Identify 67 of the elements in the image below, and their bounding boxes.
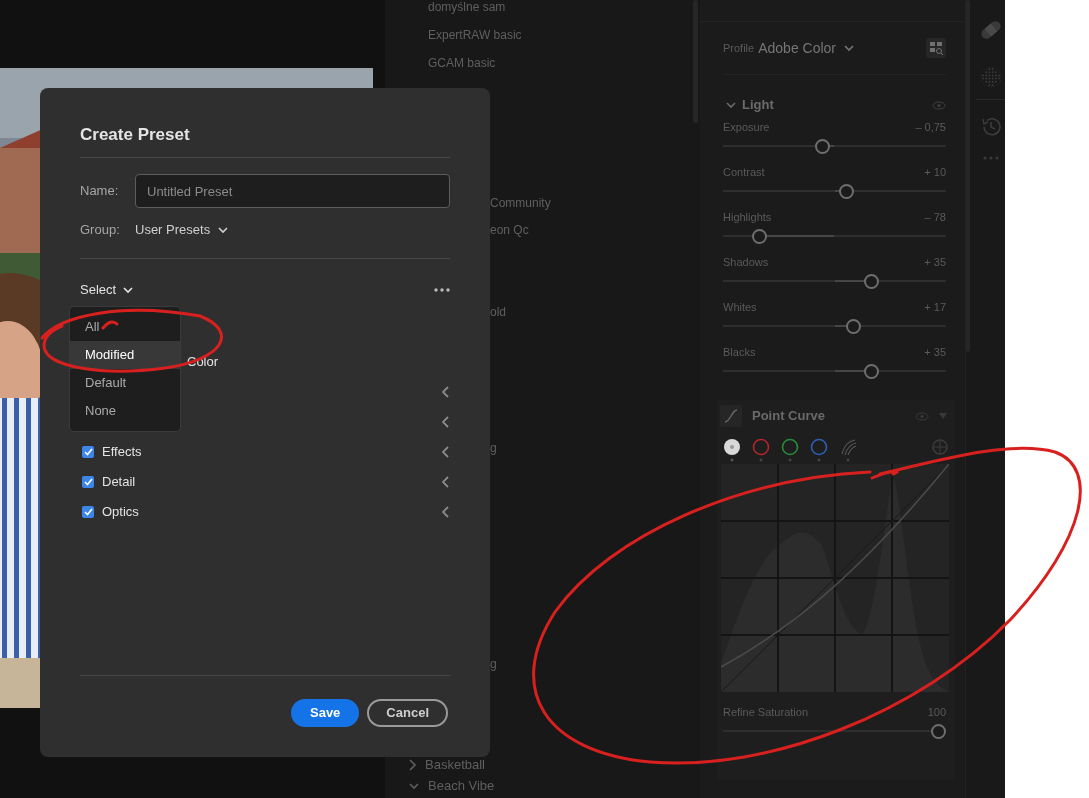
menu-item[interactable]: None	[70, 397, 180, 425]
chevron-icon[interactable]	[726, 101, 736, 109]
preset-item[interactable]: GCAM basic	[428, 53, 496, 73]
preset-item[interactable]: ExpertRAW basic	[428, 25, 522, 45]
group-dropdown[interactable]: User Presets	[135, 220, 229, 240]
slider-label: Contrast	[723, 165, 765, 179]
setting-label: Optics	[102, 503, 139, 522]
more-icon[interactable]	[434, 288, 450, 292]
profile-label: Profile	[723, 40, 755, 56]
curve-icon[interactable]	[720, 405, 742, 427]
caret-icon[interactable]	[123, 286, 134, 294]
caret-icon[interactable]	[218, 226, 229, 234]
slider-thumb[interactable]	[864, 273, 880, 289]
slider-thumb[interactable]	[864, 363, 880, 379]
preset-item[interactable]: domyślne sam	[428, 0, 506, 17]
section-title[interactable]: Light	[742, 95, 774, 115]
channel-button[interactable]	[723, 438, 741, 462]
field-label: Name:	[80, 182, 120, 201]
preset-item[interactable]: g	[490, 654, 497, 674]
setting-label: Detail	[102, 473, 136, 492]
section-title[interactable]: Point Curve	[752, 406, 825, 426]
slider-thumb[interactable]	[845, 318, 861, 334]
slider-value: – 0,75	[915, 120, 946, 134]
preset-item[interactable]: eon Qc	[490, 220, 529, 240]
slider-thumb[interactable]	[752, 228, 768, 244]
slider-value: + 17	[924, 300, 946, 314]
slider-value: – 78	[924, 210, 946, 224]
slider-label: Refine Saturation	[723, 705, 808, 719]
slider-value: + 35	[924, 345, 946, 359]
chevron-icon[interactable]	[844, 44, 854, 52]
profile-browser-icon[interactable]	[926, 38, 946, 58]
preset-item[interactable]: old	[490, 302, 506, 322]
chevron-icon[interactable]	[409, 759, 416, 771]
field-label: Group:	[80, 221, 121, 240]
slider-thumb[interactable]	[839, 183, 855, 199]
slider-label: Shadows	[723, 255, 769, 269]
menu-item[interactable]: Default	[70, 369, 180, 397]
checkbox[interactable]	[82, 506, 94, 518]
menu-item[interactable]: All	[70, 313, 180, 341]
preset-item[interactable]: g	[490, 438, 497, 458]
dialog-title: Create Preset	[80, 124, 191, 146]
chevron-icon[interactable]	[442, 476, 449, 488]
parametric-curve-icon[interactable]	[839, 438, 857, 462]
profile-dropdown[interactable]: Adobe Color	[758, 37, 836, 59]
menu-item[interactable]: Modified	[70, 341, 180, 369]
slider-value: + 35	[924, 255, 946, 269]
slider-label: Highlights	[723, 210, 772, 224]
setting-label: Effects	[102, 443, 142, 462]
select-dropdown[interactable]: Select	[80, 280, 134, 300]
chevron-icon[interactable]	[442, 416, 449, 428]
slider-thumb[interactable]	[814, 138, 830, 154]
slider-thumb[interactable]	[931, 723, 946, 739]
slider-label: Exposure	[723, 120, 770, 134]
chevron-icon[interactable]	[442, 386, 449, 398]
preset-group[interactable]: Basketball	[425, 755, 485, 775]
chevron-icon[interactable]	[442, 506, 449, 518]
checkbox[interactable]	[82, 446, 94, 458]
preset-item[interactable]: Community	[490, 193, 551, 213]
preset-group[interactable]: Beach Vibe	[428, 776, 495, 796]
name-field[interactable]: Untitled Preset	[135, 174, 450, 208]
checkbox[interactable]	[82, 476, 94, 488]
save-button[interactable]: Save	[291, 699, 360, 727]
chevron-icon[interactable]	[442, 446, 449, 458]
slider-label: Whites	[723, 300, 757, 314]
slider-label: Blacks	[723, 345, 756, 359]
chevron-icon[interactable]	[409, 782, 419, 790]
cancel-button[interactable]: Cancel	[367, 699, 448, 727]
